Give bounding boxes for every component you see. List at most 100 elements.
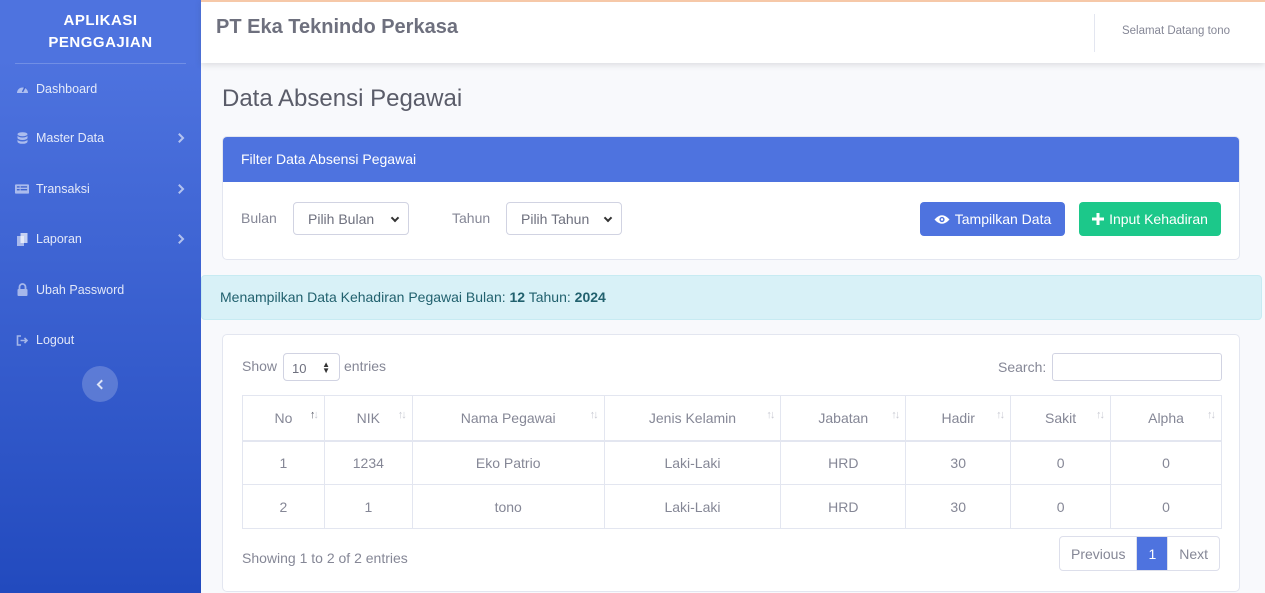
show-label: Show	[242, 358, 278, 374]
cell-nik: 1	[323, 484, 413, 529]
sidebar-item-master-data[interactable]: Master Data	[0, 113, 201, 164]
database-icon	[15, 131, 29, 145]
table-header-row: No ↑↓ NIK ↑↓ Nama Pegawai ↑↓ Jenis Kelamin ↑…	[242, 395, 1222, 442]
sort-icon: ↑↓	[766, 409, 775, 421]
table-row: 2 1 tono Laki-Laki HRD 30 0 0	[242, 484, 1222, 529]
sort-icon: ↑↓	[891, 409, 900, 421]
chevron-right-icon	[174, 183, 185, 194]
show-data-label: Tampilkan Data	[954, 211, 1052, 227]
cell-no: 1	[242, 440, 325, 485]
sort-updown-icon: ▲ ▼	[322, 360, 330, 375]
bulan-select[interactable]: Pilih Bulan	[293, 202, 409, 235]
page-title: Data Absensi Pegawai	[222, 85, 463, 112]
sidebar-item-ubah-password[interactable]: Ubah Password	[0, 265, 201, 316]
column-header-jenis-kelamin[interactable]: Jenis Kelamin ↑↓	[603, 395, 782, 442]
chevron-right-icon	[174, 234, 185, 245]
user-welcome[interactable]: Selamat Datang tono	[1122, 25, 1230, 37]
bulan-label: Bulan	[241, 210, 277, 226]
brand-line-2: PENGGAJIAN	[48, 33, 153, 51]
table-info: Showing 1 to 2 of 2 entries	[242, 550, 408, 566]
show-data-button[interactable]: Tampilkan Data	[920, 202, 1065, 236]
sign-out-icon	[15, 333, 29, 347]
cell-jenis-kelamin: Laki-Laki	[603, 440, 782, 485]
tachometer-icon	[15, 82, 29, 96]
tahun-select-value: Pilih Tahun	[521, 211, 590, 227]
sort-icon: ↑↓	[1207, 409, 1216, 421]
chevron-left-icon	[96, 379, 107, 389]
cell-sakit: 0	[1010, 484, 1112, 529]
cell-alpha: 0	[1110, 440, 1222, 485]
alert-bulan: 12	[509, 289, 526, 305]
sidebar-item-laporan[interactable]: Laporan	[0, 214, 201, 265]
sidebar-item-label: Transaksi	[36, 181, 90, 196]
sort-icon: ↑↓	[397, 409, 407, 421]
tahun-label: Tahun	[452, 210, 491, 226]
cell-nama: tono	[411, 484, 605, 529]
table-card: Show 10 ▲ ▼ entries Search: No ↑↓ NIK ↑↓ Na…	[222, 334, 1240, 592]
plus-icon	[1092, 213, 1105, 225]
alert-tahun: 2024	[574, 289, 606, 305]
cell-hadir: 30	[905, 440, 1012, 485]
sort-icon: ↑↓	[996, 409, 1005, 421]
topbar: PT Eka Teknindo Perkasa Selamat Datang t…	[201, 0, 1265, 63]
brand-line-1: APLIKASI	[63, 11, 138, 29]
pagination-previous[interactable]: Previous	[1060, 537, 1136, 570]
entries-length-select[interactable]: 10 ▲ ▼	[283, 353, 340, 381]
attendance-table: No ↑↓ NIK ↑↓ Nama Pegawai ↑↓ Jenis Kelamin ↑…	[242, 395, 1222, 529]
cell-alpha: 0	[1110, 484, 1222, 529]
pagination: Previous 1 Next	[1059, 536, 1221, 571]
cell-jenis-kelamin: Laki-Laki	[603, 484, 782, 529]
entries-label: entries	[344, 358, 387, 374]
column-header-nik[interactable]: NIK ↑↓	[323, 395, 413, 442]
cell-sakit: 0	[1010, 440, 1112, 485]
cell-no: 2	[242, 484, 325, 529]
topbar-divider	[1094, 14, 1095, 52]
bulan-select-value: Pilih Bulan	[308, 211, 375, 227]
filter-card: Filter Data Absensi Pegawai Bulan Pilih …	[222, 136, 1240, 260]
sidebar: APLIKASI PENGGAJIAN Dashboard Master Dat…	[0, 0, 201, 593]
cell-nik: 1234	[323, 440, 413, 485]
copy-icon	[15, 232, 29, 246]
search-label: Search:	[998, 359, 1047, 375]
alert-mid: Tahun:	[525, 289, 575, 305]
alert-prefix: Menampilkan Data Kehadiran Pegawai Bulan…	[220, 289, 510, 305]
sidebar-toggle-button[interactable]	[82, 366, 118, 402]
chevron-down-icon	[390, 213, 400, 223]
info-alert: Menampilkan Data Kehadiran Pegawai Bulan…	[201, 275, 1262, 320]
column-header-hadir[interactable]: Hadir ↑↓	[905, 395, 1012, 442]
sort-asc-icon: ↑↓	[309, 409, 319, 421]
column-header-alpha[interactable]: Alpha ↑↓	[1110, 395, 1222, 442]
company-name: PT Eka Teknindo Perkasa	[216, 16, 458, 38]
sidebar-item-label: Dashboard	[36, 81, 98, 96]
pagination-page-current[interactable]: 1	[1136, 537, 1168, 570]
sidebar-brand[interactable]: APLIKASI PENGGAJIAN	[0, 0, 201, 63]
sidebar-item-transaksi[interactable]: Transaksi	[0, 164, 201, 215]
sidebar-item-label: Logout	[36, 333, 75, 348]
search-input[interactable]	[1052, 353, 1222, 381]
lock-icon	[15, 283, 29, 297]
input-kehadiran-label: Input Kehadiran	[1109, 211, 1208, 227]
tahun-select[interactable]: Pilih Tahun	[506, 202, 622, 235]
column-header-jabatan[interactable]: Jabatan ↑↓	[780, 395, 907, 442]
sort-icon: ↑↓	[1096, 409, 1105, 421]
column-header-nama-pegawai[interactable]: Nama Pegawai ↑↓	[411, 395, 605, 442]
sidebar-item-label: Master Data	[36, 131, 105, 146]
filter-card-header: Filter Data Absensi Pegawai	[223, 137, 1239, 182]
pagination-next[interactable]: Next	[1167, 537, 1219, 570]
column-header-sakit[interactable]: Sakit ↑↓	[1010, 395, 1112, 442]
list-icon	[15, 182, 29, 196]
column-header-no[interactable]: No ↑↓	[242, 395, 325, 442]
cell-jabatan: HRD	[780, 440, 907, 485]
chevron-down-icon	[603, 213, 613, 223]
eye-icon	[934, 214, 950, 225]
chevron-right-icon	[174, 133, 185, 144]
input-kehadiran-button[interactable]: Input Kehadiran	[1079, 202, 1221, 236]
entries-length-value: 10	[292, 361, 307, 376]
sidebar-item-label: Laporan	[36, 232, 82, 247]
cell-nama: Eko Patrio	[411, 440, 605, 485]
sidebar-item-dashboard[interactable]: Dashboard	[0, 64, 201, 113]
sort-icon: ↑↓	[589, 409, 599, 421]
filter-row: Bulan Pilih Bulan Tahun Pilih Tahun Tamp…	[223, 182, 1239, 259]
cell-jabatan: HRD	[780, 484, 907, 529]
sidebar-item-logout[interactable]: Logout	[0, 315, 201, 366]
